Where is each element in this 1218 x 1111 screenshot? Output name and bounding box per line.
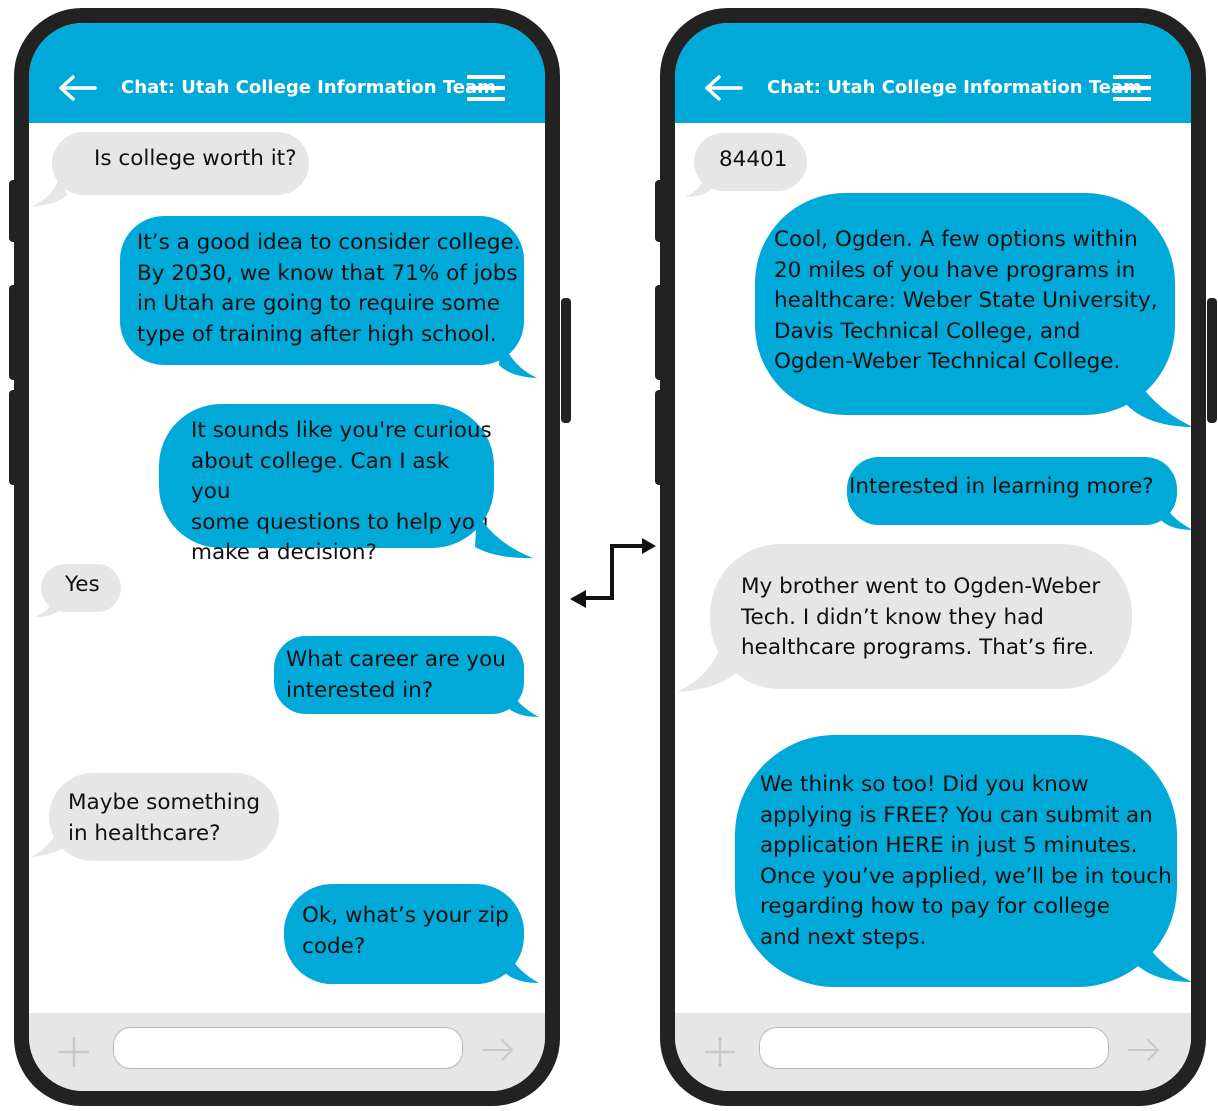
bubble-tail <box>31 173 67 207</box>
bubble-tail <box>505 683 539 717</box>
plus-icon[interactable] <box>57 1035 91 1069</box>
bubble-tail <box>1130 918 1191 982</box>
side-button <box>9 390 19 485</box>
message-outgoing: Interested in learning more? <box>847 457 1177 525</box>
message-outgoing: What career are you interested in? <box>274 636 524 714</box>
bubble-tail <box>31 823 67 857</box>
side-button <box>1207 298 1217 423</box>
plus-icon[interactable] <box>703 1035 737 1069</box>
side-button <box>655 390 665 485</box>
message-composer <box>675 1013 1191 1091</box>
message-composer <box>29 1013 545 1091</box>
hamburger-menu-icon[interactable] <box>467 75 505 101</box>
side-button <box>561 298 571 423</box>
message-incoming: Maybe something in healthcare? <box>49 773 279 861</box>
hamburger-menu-icon[interactable] <box>1113 75 1151 101</box>
bubble-tail <box>1159 498 1191 530</box>
swap-arrows-icon <box>570 538 656 608</box>
message-incoming: My brother went to Ogden-Weber Tech. I d… <box>710 544 1132 689</box>
side-button <box>655 180 665 242</box>
message-outgoing: We think so too! Did you know applying i… <box>735 735 1177 987</box>
arrow-left-icon[interactable] <box>57 73 97 103</box>
bubble-tail <box>499 335 537 378</box>
arrow-right-icon[interactable] <box>481 1038 515 1062</box>
message-outgoing: It’s a good idea to consider college. By… <box>120 216 524 365</box>
bubble-tail <box>475 513 533 559</box>
side-button <box>9 180 19 242</box>
chat-screen: Chat: Utah College Information Team Is c… <box>29 23 545 1091</box>
message-outgoing: It sounds like you're curious about coll… <box>159 404 494 565</box>
bubble-tail <box>501 943 539 983</box>
phone-left: Chat: Utah College Information Team Is c… <box>14 8 560 1106</box>
bubble-tail <box>1125 363 1191 427</box>
bubble-tail <box>35 593 61 617</box>
message-outgoing: Cool, Ogden. A few options within 20 mil… <box>755 193 1175 415</box>
chat-header: Chat: Utah College Information Team <box>675 23 1191 123</box>
chat-header: Chat: Utah College Information Team <box>29 23 545 123</box>
chat-title: Chat: Utah College Information Team <box>767 77 1142 98</box>
bubble-tail <box>677 628 743 692</box>
message-input[interactable] <box>759 1027 1109 1069</box>
arrow-left-icon[interactable] <box>703 73 743 103</box>
chat-title: Chat: Utah College Information Team <box>121 77 496 98</box>
message-outgoing: Ok, what’s your zip code? <box>284 884 524 984</box>
phone-right: Chat: Utah College Information Team 8440… <box>660 8 1206 1106</box>
side-button <box>655 285 665 380</box>
arrow-right-icon[interactable] <box>1127 1038 1161 1062</box>
chat-screen: Chat: Utah College Information Team 8440… <box>675 23 1191 1091</box>
bubble-tail <box>685 173 711 197</box>
message-input[interactable] <box>113 1027 463 1069</box>
message-incoming: Is college worth it? <box>52 132 309 195</box>
side-button <box>9 285 19 380</box>
